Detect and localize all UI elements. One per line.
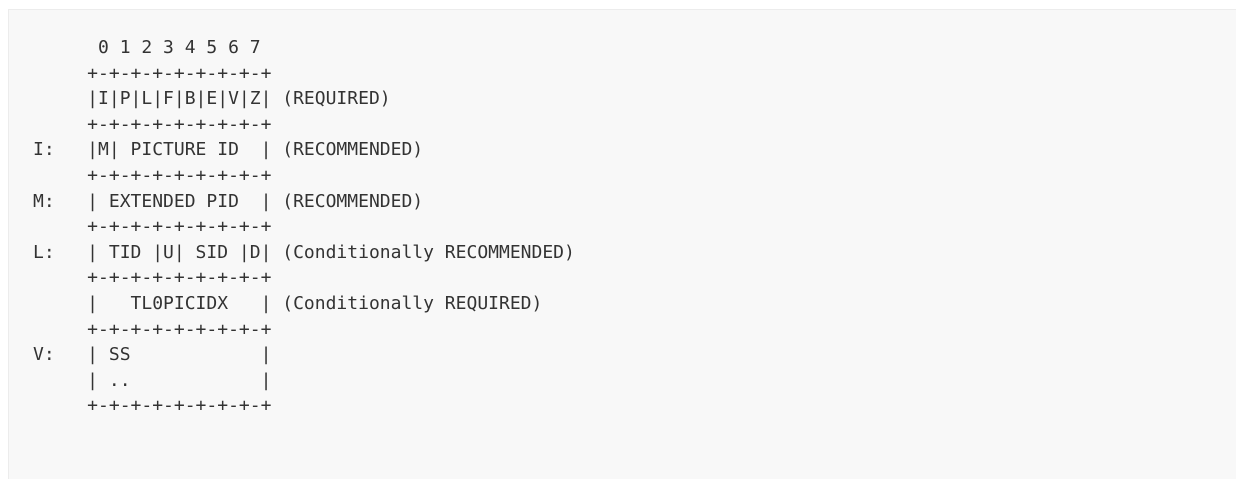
code-line-border: +-+-+-+-+-+-+-+-+ [33, 267, 272, 289]
code-line-border: +-+-+-+-+-+-+-+-+ [33, 113, 272, 135]
code-line-bit-numbers: 0 1 2 3 4 5 6 7 [33, 37, 261, 58]
code-line-border: +-+-+-+-+-+-+-+-+ [33, 318, 272, 340]
code-line-tl0picidx: | TL0PICIDX | (Conditionally REQUIRED) [33, 292, 543, 314]
code-line-extended-pid: M: | EXTENDED PID | (RECOMMENDED) [33, 190, 424, 212]
code-line-flags: |I|P|L|F|B|E|V|Z| (REQUIRED) [33, 88, 391, 110]
code-line-border: +-+-+-+-+-+-+-+-+ [33, 395, 272, 417]
code-line-border: +-+-+-+-+-+-+-+-+ [33, 164, 272, 186]
code-line-continuation: | .. | [33, 369, 272, 391]
code-line-picture-id: I: |M| PICTURE ID | (RECOMMENDED) [33, 139, 424, 161]
code-line-border: +-+-+-+-+-+-+-+-+ [33, 62, 272, 84]
payload-descriptor-diagram: 0 1 2 3 4 5 6 7 +-+-+-+-+-+-+-+-+ |I|P|L… [33, 35, 575, 419]
code-line-scalability-structure: V: | SS | [33, 344, 272, 366]
code-line-border: +-+-+-+-+-+-+-+-+ [33, 216, 272, 238]
code-block: 0 1 2 3 4 5 6 7 +-+-+-+-+-+-+-+-+ |I|P|L… [8, 9, 1236, 479]
code-line-layer-indices: L: | TID |U| SID |D| (Conditionally RECO… [33, 241, 575, 263]
